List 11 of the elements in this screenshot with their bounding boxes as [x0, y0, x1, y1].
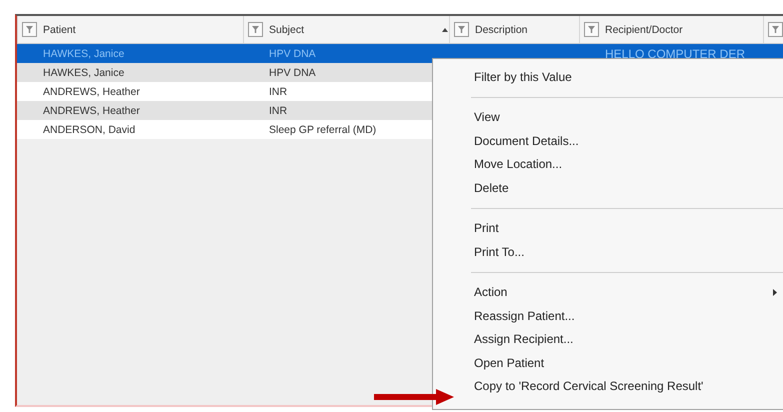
- table-cell-text: HAWKES, Janice: [42, 66, 126, 78]
- table-cell-text: ANDREWS, Heather: [42, 104, 141, 116]
- table-cell-text: HELLO COMPUTER DER: [604, 46, 746, 60]
- table-cell-text: INR: [268, 86, 288, 98]
- table-cell-text: INR: [268, 104, 288, 116]
- table-cell-text: HPV DNA: [268, 48, 317, 60]
- table-cell-text: ANDERSON, David: [42, 124, 136, 136]
- table-cell-text: HAWKES, Janice: [42, 48, 126, 60]
- table-cell-text: Sleep GP referral (MD): [268, 124, 378, 136]
- table-cell-text: ANDREWS, Heather: [42, 86, 141, 98]
- table-cell-text: HPV DNA: [268, 66, 317, 78]
